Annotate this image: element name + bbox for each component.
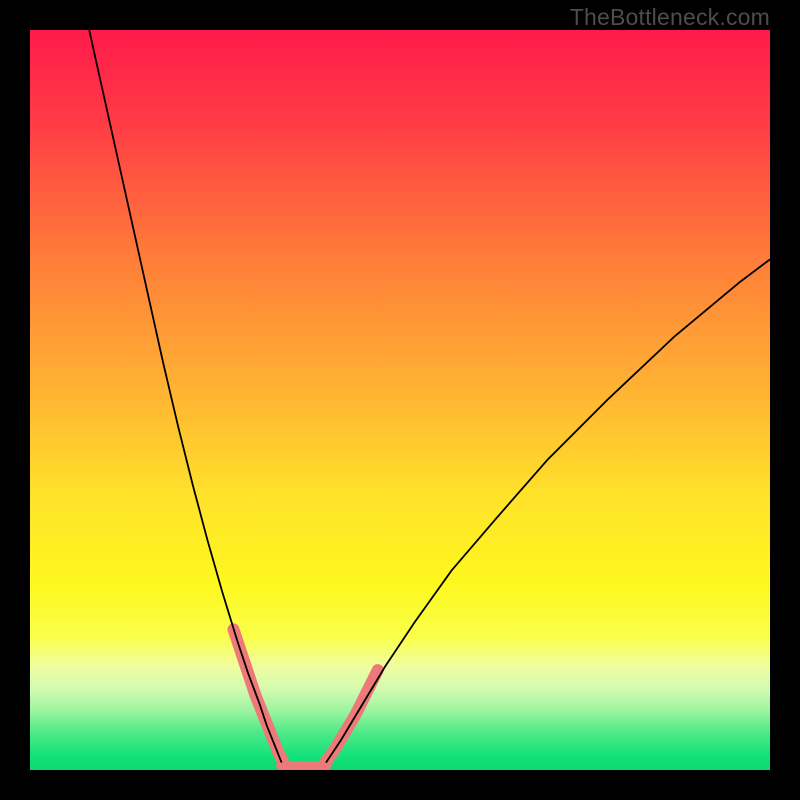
series-valley-floor bbox=[282, 766, 326, 767]
watermark-text: TheBottleneck.com bbox=[570, 4, 770, 31]
chart-frame: TheBottleneck.com bbox=[0, 0, 800, 800]
plot-area bbox=[30, 30, 770, 770]
series-right-marker-segment bbox=[322, 670, 378, 766]
series-left-arm bbox=[89, 30, 281, 763]
curve-layer bbox=[30, 30, 770, 770]
series-right-arm bbox=[326, 259, 770, 762]
